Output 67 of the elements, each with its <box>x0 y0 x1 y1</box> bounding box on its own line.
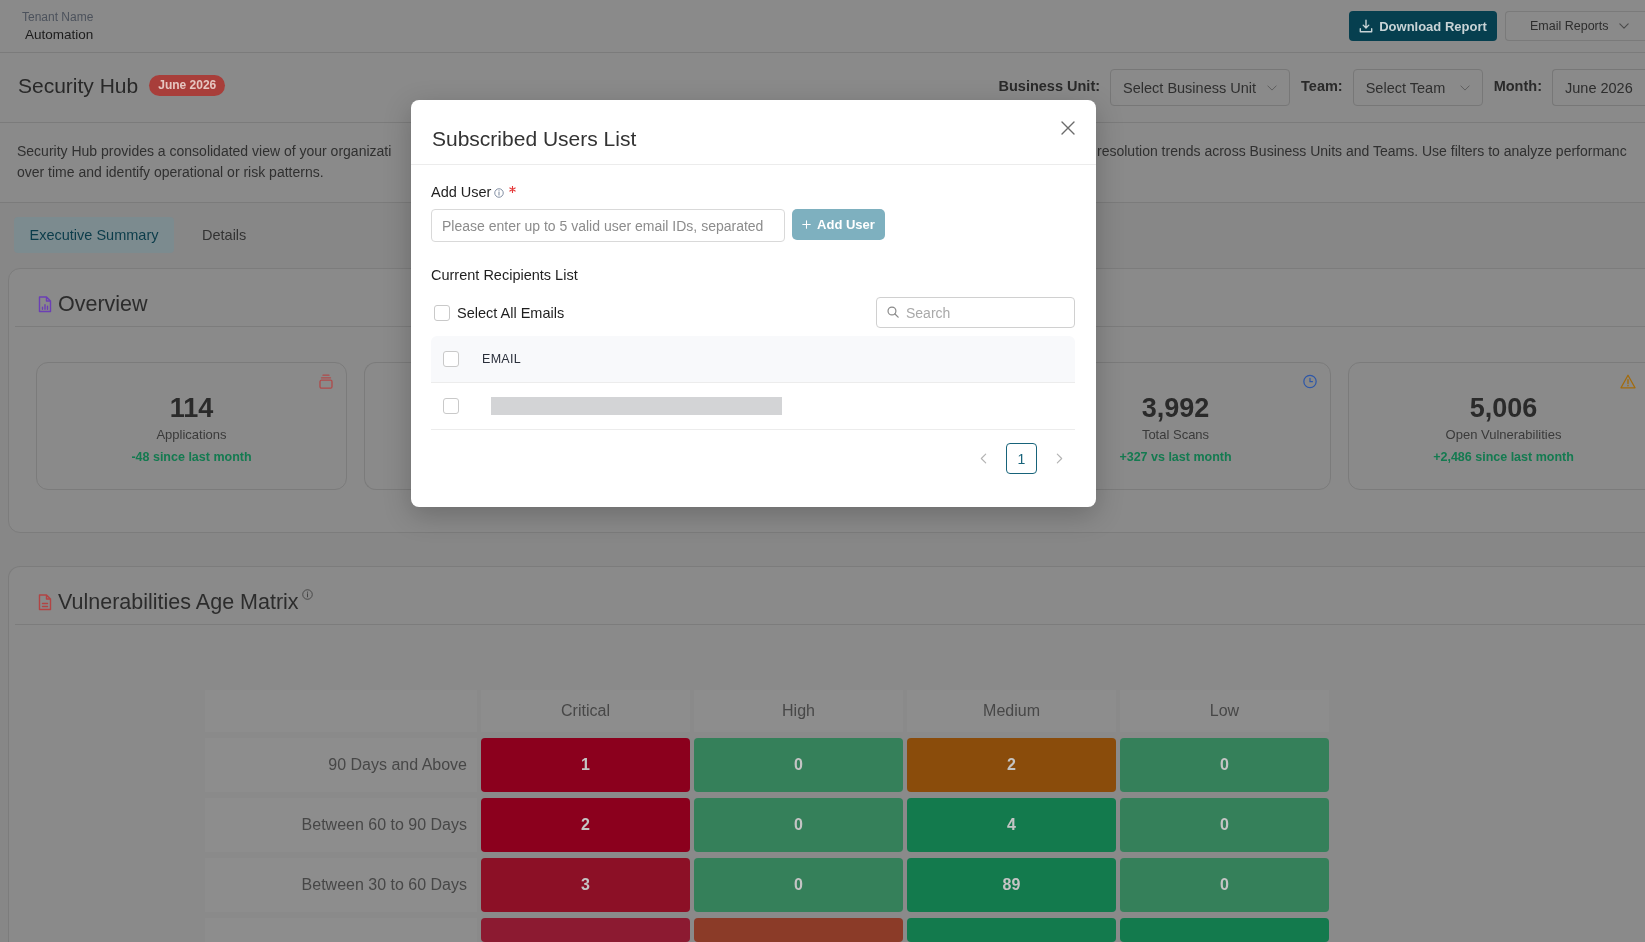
chevron-down-icon <box>1267 84 1278 91</box>
page-button[interactable]: 1 <box>1006 443 1037 474</box>
stack-icon <box>319 374 333 389</box>
matrix-cell: 3 <box>481 858 690 912</box>
filter-label: Business Unit: <box>998 77 1101 94</box>
dropdown-select[interactable]: June 2026 <box>1552 69 1645 106</box>
filter-label: Month: <box>1493 77 1542 94</box>
chevron-left-icon[interactable] <box>980 453 987 464</box>
matrix-cell: 0 <box>1120 738 1329 792</box>
checkbox-label: Select All Emails <box>457 304 565 321</box>
matrix-cell: 4 <box>907 798 1116 852</box>
dropdown-select[interactable]: Select Team <box>1352 69 1483 106</box>
clock-icon <box>1303 374 1317 389</box>
description-text: resolution trends across Business Units and Teams. Use filters to analyze performanc <box>1097 142 1627 161</box>
info-icon[interactable] <box>494 188 505 198</box>
tab[interactable]: Executive Summary <box>14 217 174 253</box>
tenant-label: Tenant Name <box>22 8 94 25</box>
page-title: Security Hub <box>18 73 139 98</box>
modal-title: Subscribed Users List <box>432 127 637 150</box>
stat-label: Total Scans <box>1141 427 1210 443</box>
close-icon[interactable] <box>1061 121 1075 135</box>
stat-change: -48 since last month <box>131 449 252 465</box>
chart-document-icon <box>38 296 52 313</box>
matrix-cell: 2 <box>481 798 690 852</box>
email-reports-dropdown[interactable]: Email Reports <box>1505 11 1645 41</box>
tab[interactable]: Details <box>188 217 261 253</box>
tenant-name: Automation <box>25 25 94 44</box>
download-icon <box>1359 19 1374 33</box>
chevron-right-icon[interactable] <box>1056 453 1063 464</box>
stat-change: +327 vs last month <box>1119 449 1232 465</box>
stat-value: 114 <box>169 392 214 425</box>
matrix-cell: 0 <box>1120 798 1329 852</box>
description-text: over time and identify operational or risk patterns. <box>17 163 324 182</box>
column-header: EMAIL <box>482 352 521 366</box>
checkbox[interactable] <box>443 351 459 367</box>
chevron-down-icon <box>1459 84 1470 91</box>
document-icon <box>38 594 52 611</box>
matrix-cell: 0 <box>694 798 903 852</box>
email-input[interactable]: Please enter up to 5 valid user email IDs, separated <box>431 209 785 242</box>
stat-value: 3,992 <box>1141 392 1210 425</box>
matrix-cell: 89 <box>907 858 1116 912</box>
dropdown-select[interactable]: Select Business Unit <box>1110 69 1291 106</box>
section-title: Current Recipients List <box>431 266 578 285</box>
matrix-cell: 0 <box>1120 858 1329 912</box>
matrix-cell: 0 <box>694 738 903 792</box>
chevron-down-icon <box>1618 23 1629 29</box>
checkbox[interactable] <box>434 304 450 321</box>
checkbox[interactable] <box>443 398 459 414</box>
description-text: Security Hub provides a consolidated view of your organizati <box>17 142 392 161</box>
stat-label: Open Vulnerabilities <box>1445 427 1562 443</box>
matrix-cell: 1 <box>481 738 690 792</box>
download-report-button[interactable]: Download Report <box>1349 11 1497 41</box>
section-title: Overview <box>58 291 148 318</box>
stat-value: 5,006 <box>1469 392 1538 425</box>
search-field[interactable]: Search <box>876 297 1075 328</box>
stat-label: Applications <box>156 427 227 443</box>
stat-change: +2,486 since last month <box>1433 449 1574 465</box>
month-badge: June 2026 <box>149 75 226 96</box>
search-icon <box>887 306 899 318</box>
matrix-cell: 0 <box>694 858 903 912</box>
field-label: Add User <box>431 184 492 200</box>
info-icon[interactable] <box>301 589 313 600</box>
plus-icon <box>802 220 812 229</box>
matrix-cell: 2 <box>907 738 1116 792</box>
section-title: Vulnerabilities Age Matrix <box>58 589 299 616</box>
filter-label: Team: <box>1301 77 1343 94</box>
warning-icon <box>1620 374 1636 389</box>
